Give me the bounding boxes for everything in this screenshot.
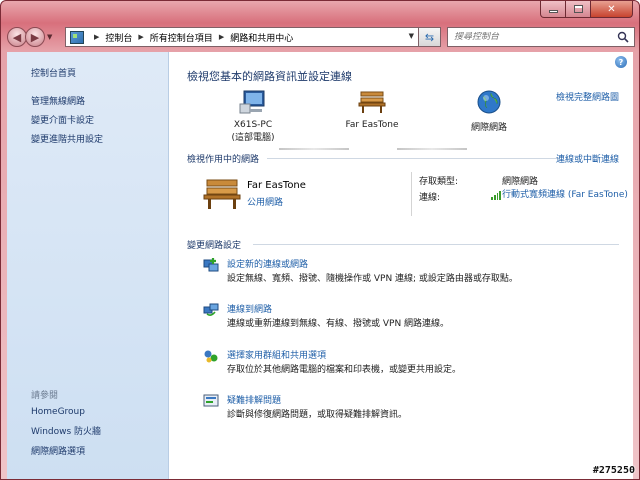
full-map-link[interactable]: 檢視完整網路圖: [556, 90, 619, 103]
access-type-label: 存取類型:: [419, 177, 459, 187]
task-list: 管理無線網路 變更介面卡設定 變更進階共用設定: [31, 94, 103, 151]
section-divider: [267, 158, 559, 159]
maximize-icon: [573, 5, 583, 13]
task-pane: 控制台首頁 管理無線網路 變更介面卡設定 變更進階共用設定 請參閱 HomeGr…: [7, 52, 169, 479]
close-icon: ✕: [607, 3, 616, 15]
computer-name: X61S-PC: [233, 120, 273, 130]
globe-icon: [477, 90, 501, 114]
forward-button[interactable]: ▶: [25, 27, 45, 47]
advanced-sharing-link[interactable]: 變更進階共用設定: [31, 132, 103, 145]
back-button[interactable]: ◀: [7, 27, 27, 47]
search-input[interactable]: [454, 32, 614, 42]
map-connector: [397, 148, 467, 150]
map-internet[interactable]: 網際網路: [449, 88, 529, 133]
connect-to-network-link[interactable]: 連線到網路: [227, 302, 272, 315]
minimize-icon: [548, 10, 558, 13]
refresh-button[interactable]: ⇆: [419, 27, 441, 47]
search-icon[interactable]: [617, 31, 629, 43]
page-title: 檢視您基本的網路資訊並設定連線: [187, 70, 352, 83]
homegroup-link[interactable]: HomeGroup: [31, 407, 101, 417]
breadcrumb-all-items[interactable]: 所有控制台項目: [150, 31, 213, 44]
setup-connection-desc: 設定無線、寬頻、撥號、隨機操作或 VPN 連線; 或設定路由器或存取點。: [227, 274, 518, 284]
see-also-heading: 請參閱: [31, 391, 59, 401]
internet-label: 網際網路: [470, 123, 507, 133]
bench-icon: [358, 91, 386, 113]
network-name-map: Far EasTone: [345, 120, 399, 130]
back-arrow-icon: ◀: [12, 30, 22, 44]
homegroup-icon: [204, 350, 218, 363]
network-bench-icon[interactable]: [203, 176, 241, 210]
network-type-link[interactable]: 公用網路: [247, 195, 283, 208]
active-networks-heading: 檢視作用中的網路: [187, 155, 260, 165]
caption-buttons: ✕: [540, 1, 633, 19]
computer-subtitle: (這部電腦): [231, 133, 275, 143]
map-network[interactable]: Far EasTone: [327, 88, 417, 130]
minimize-button[interactable]: [540, 1, 566, 18]
breadcrumb-control-panel[interactable]: 控制台: [105, 31, 132, 44]
navigation-bar: ◀ ▶ ▼ ▶ 控制台 ▶ 所有控制台項目 ▶ 網路和共用中心 ▼ ⇆: [7, 25, 635, 49]
maximize-button[interactable]: [566, 1, 591, 18]
content-area: 控制台首頁 管理無線網路 變更介面卡設定 變更進階共用設定 請參閱 HomeGr…: [7, 52, 633, 479]
troubleshoot-icon: [203, 394, 219, 407]
setup-connection-link[interactable]: 設定新的連線或網路: [227, 257, 308, 270]
new-connection-icon: [203, 258, 219, 272]
vertical-divider: [411, 172, 412, 216]
recent-pages-dropdown[interactable]: ▼: [47, 33, 57, 41]
computer-icon: [239, 90, 265, 114]
section-divider: [253, 244, 619, 245]
chevron-right-icon[interactable]: ▶: [94, 33, 99, 41]
manage-wireless-link[interactable]: 管理無線網路: [31, 94, 103, 107]
control-panel-home-link[interactable]: 控制台首頁: [31, 66, 76, 79]
homegroup-sharing-desc: 存取位於其他網路電腦的檔案和印表機，或變更共用設定。: [227, 365, 462, 375]
breadcrumb-network-center[interactable]: 網路和共用中心: [230, 31, 293, 44]
window: ✕ ◀ ▶ ▼ ▶ 控制台 ▶ 所有控制台項目 ▶ 網路和共用中心 ▼ ⇆ 控制…: [0, 0, 640, 480]
connect-network-icon: [203, 303, 219, 316]
connect-disconnect-link[interactable]: 連線或中斷連線: [556, 152, 619, 165]
troubleshoot-link[interactable]: 疑難排解問題: [227, 393, 281, 406]
close-button[interactable]: ✕: [591, 1, 633, 18]
search-box[interactable]: [447, 27, 635, 47]
map-connector: [279, 148, 349, 150]
main-pane: ? 檢視您基本的網路資訊並設定連線 檢視完整網路圖 X61S-PC (這部電腦): [169, 52, 633, 479]
internet-options-link[interactable]: 網際網路選項: [31, 444, 101, 457]
see-also-list: HomeGroup Windows 防火牆 網際網路選項: [31, 407, 101, 464]
firewall-link[interactable]: Windows 防火牆: [31, 424, 101, 437]
control-panel-icon: [70, 30, 84, 44]
change-settings-heading: 變更網路設定: [187, 241, 242, 251]
refresh-icon: ⇆: [424, 30, 435, 44]
forward-arrow-icon: ▶: [30, 30, 40, 44]
active-network-name: Far EasTone: [247, 180, 306, 191]
mobile-broadband-connection-link[interactable]: 行動式寬頻連線 (Far EasTone): [502, 189, 632, 201]
connections-label: 連線:: [419, 193, 441, 203]
chevron-right-icon[interactable]: ▶: [138, 33, 143, 41]
signal-strength-icon: [491, 191, 501, 200]
address-bar[interactable]: ▶ 控制台 ▶ 所有控制台項目 ▶ 網路和共用中心 ▼: [65, 27, 419, 47]
help-icon[interactable]: ?: [615, 56, 627, 68]
connect-to-network-desc: 連線或重新連線到無線、有線、撥號或 VPN 網路連線。: [227, 319, 450, 329]
access-type-value: 網際網路: [502, 177, 539, 187]
troubleshoot-desc: 診斷與修復網路問題，或取得疑難排解資訊。: [227, 410, 408, 420]
change-adapter-link[interactable]: 變更介面卡設定: [31, 113, 103, 126]
chevron-right-icon[interactable]: ▶: [219, 33, 224, 41]
map-computer[interactable]: X61S-PC (這部電腦): [213, 88, 293, 143]
address-dropdown-icon[interactable]: ▼: [409, 32, 414, 40]
homegroup-sharing-link[interactable]: 選擇家用群組和共用選項: [227, 348, 326, 361]
image-id-watermark: #275250: [592, 465, 635, 476]
